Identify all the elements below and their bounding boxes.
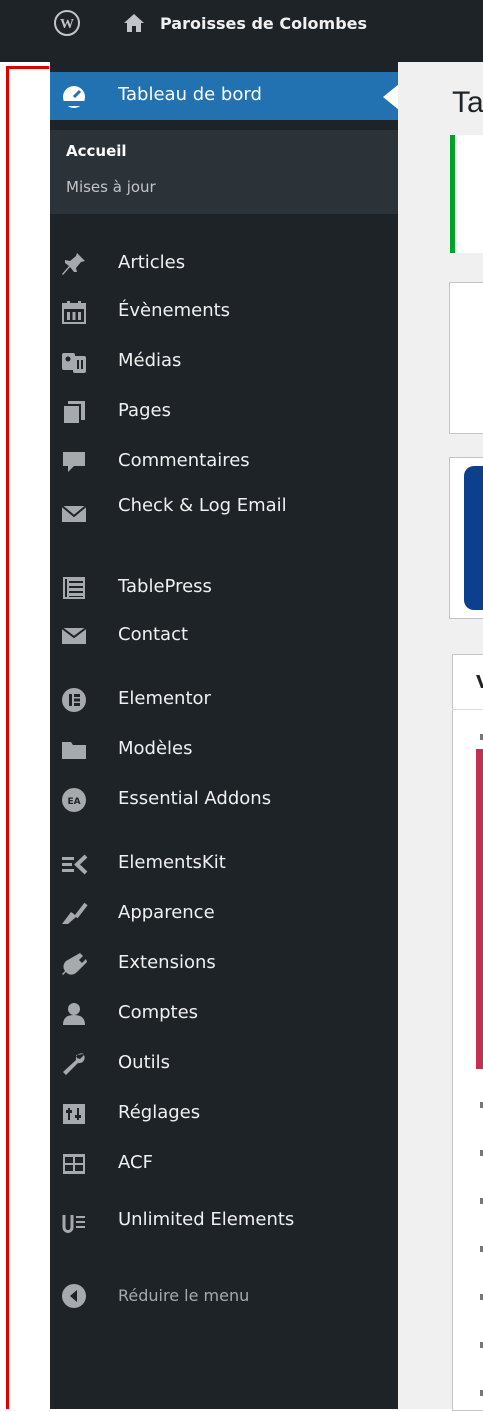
admin-bar: W Paroisses de Colombes bbox=[0, 0, 483, 62]
sidebar-item-label: Outils bbox=[118, 1052, 171, 1073]
sidebar-item-label: Pages bbox=[118, 400, 171, 421]
promo-banner bbox=[464, 466, 483, 610]
sidebar-item-check-log-email[interactable]: Check & Log Email bbox=[50, 488, 398, 548]
dashboard-widget bbox=[449, 282, 483, 434]
sidebar-item-label: Contact bbox=[118, 624, 189, 645]
unlimited-elements-icon bbox=[62, 1215, 85, 1233]
widget-divider bbox=[452, 709, 483, 710]
sidebar-item-label: Comptes bbox=[118, 1002, 199, 1023]
widget-tab[interactable]: V bbox=[476, 672, 483, 693]
sidebar-item-outils[interactable]: Outils bbox=[50, 1040, 398, 1088]
sidebar-item-evenements[interactable]: Évènements bbox=[50, 288, 398, 336]
sidebar-item-label: TablePress bbox=[118, 576, 212, 597]
comment-icon bbox=[63, 452, 85, 472]
sidebar-item-label: Tableau de bord bbox=[118, 84, 262, 105]
sidebar-item-label: Réglages bbox=[118, 1102, 201, 1123]
collapse-menu-button[interactable]: Réduire le menu bbox=[50, 1272, 398, 1320]
plugin-icon bbox=[62, 953, 87, 975]
collapse-arrow-icon bbox=[62, 1284, 86, 1308]
sidebar-item-elementskit[interactable]: ElementsKit bbox=[50, 840, 398, 888]
calendar-icon bbox=[62, 301, 86, 324]
dashboard-submenu: Accueil Mises à jour bbox=[50, 130, 398, 214]
page-title: Ta bbox=[452, 86, 483, 119]
users-icon bbox=[63, 1003, 85, 1025]
sidebar-item-pages[interactable]: Pages bbox=[50, 388, 398, 436]
folder-icon bbox=[62, 742, 86, 759]
svg-text:EA: EA bbox=[67, 797, 80, 807]
paintbrush-icon bbox=[62, 902, 88, 924]
sidebar-item-label: Unlimited Elements bbox=[118, 1209, 295, 1230]
sidebar-item-label: Commentaires bbox=[118, 450, 250, 471]
highlight-banner bbox=[476, 749, 483, 1069]
sidebar-item-label: Check & Log Email bbox=[118, 495, 287, 516]
sidebar-item-comptes[interactable]: Comptes bbox=[50, 990, 398, 1038]
media-icon bbox=[62, 353, 86, 373]
essential-addons-icon: EA bbox=[62, 788, 86, 812]
elementor-icon bbox=[62, 688, 86, 712]
sidebar-item-label: Elementor bbox=[118, 688, 211, 709]
submenu-item-mises-a-jour[interactable]: Mises à jour bbox=[66, 178, 156, 196]
active-indicator-arrow bbox=[383, 84, 399, 110]
sidebar-item-label: Modèles bbox=[118, 738, 193, 759]
settings-icon bbox=[63, 1104, 85, 1124]
sidebar-item-unlimited-elements[interactable]: Unlimited Elements bbox=[50, 1202, 398, 1262]
site-name-link[interactable]: Paroisses de Colombes bbox=[160, 14, 367, 33]
sidebar-item-label: ElementsKit bbox=[118, 852, 226, 873]
sidebar-item-acf[interactable]: ACF bbox=[50, 1140, 398, 1188]
home-icon[interactable] bbox=[122, 12, 146, 34]
annotation-line-left bbox=[6, 66, 9, 1409]
pushpin-icon bbox=[62, 253, 85, 275]
svg-text:W: W bbox=[60, 17, 74, 32]
sidebar-item-articles[interactable]: Articles bbox=[50, 240, 398, 288]
sidebar-item-commentaires[interactable]: Commentaires bbox=[50, 438, 398, 486]
envelope-icon bbox=[61, 627, 87, 644]
sidebar-item-label: Apparence bbox=[118, 902, 215, 923]
annotation-line-top bbox=[6, 66, 49, 69]
email-icon bbox=[61, 505, 87, 522]
sidebar-item-essential-addons[interactable]: EA Essential Addons bbox=[50, 776, 398, 824]
dashboard-icon bbox=[63, 86, 85, 108]
sidebar-item-label: Médias bbox=[118, 350, 182, 371]
wrench-icon bbox=[63, 1053, 85, 1075]
sidebar-item-contact[interactable]: Contact bbox=[50, 612, 398, 660]
wordpress-logo-icon[interactable]: W bbox=[54, 10, 80, 36]
pages-icon bbox=[62, 401, 85, 425]
admin-sidebar-menu: Tableau de bord Accueil Mises à jour Art… bbox=[50, 62, 399, 1409]
sidebar-item-reglages[interactable]: Réglages bbox=[50, 1090, 398, 1138]
sidebar-item-tableau-de-bord[interactable]: Tableau de bord bbox=[50, 72, 399, 120]
elementskit-icon bbox=[62, 854, 88, 875]
acf-icon bbox=[63, 1154, 85, 1174]
sidebar-item-medias[interactable]: Médias bbox=[50, 338, 398, 386]
collapse-menu-label: Réduire le menu bbox=[118, 1286, 250, 1305]
notice-box bbox=[450, 135, 483, 253]
submenu-item-accueil[interactable]: Accueil bbox=[66, 142, 127, 160]
sidebar-item-extensions[interactable]: Extensions bbox=[50, 940, 398, 988]
sidebar-item-tablepress[interactable]: TablePress bbox=[50, 564, 398, 612]
sidebar-item-label: Articles bbox=[118, 252, 186, 273]
promo-widget bbox=[449, 457, 483, 619]
sidebar-item-label: Essential Addons bbox=[118, 788, 272, 809]
sidebar-item-apparence[interactable]: Apparence bbox=[50, 890, 398, 938]
sidebar-item-label: ACF bbox=[118, 1152, 153, 1173]
table-icon bbox=[63, 577, 85, 599]
sidebar-item-modeles[interactable]: Modèles bbox=[50, 726, 398, 774]
sidebar-item-elementor[interactable]: Elementor bbox=[50, 676, 398, 724]
sidebar-item-label: Extensions bbox=[118, 952, 216, 973]
sidebar-item-label: Évènements bbox=[118, 300, 231, 321]
